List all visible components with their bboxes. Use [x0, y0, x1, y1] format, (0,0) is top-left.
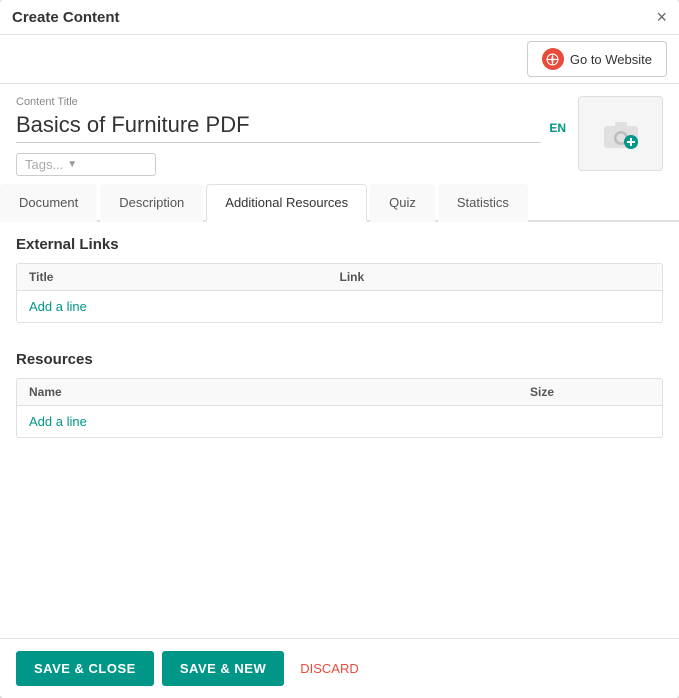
form-left: Content Title EN Tags... ▼: [16, 96, 566, 176]
image-placeholder[interactable]: [578, 96, 663, 171]
external-links-header: Title Link: [17, 264, 662, 291]
col-size: Size: [530, 385, 650, 399]
tab-quiz[interactable]: Quiz: [370, 184, 435, 222]
resources-table: Name Size Add a line: [16, 378, 663, 438]
modal-container: Create Content × Go to Website Content T…: [0, 0, 679, 698]
col-title: Title: [29, 270, 340, 284]
tab-document[interactable]: Document: [0, 184, 97, 222]
discard-button[interactable]: DISCARD: [292, 651, 367, 686]
tags-dropdown[interactable]: Tags... ▼: [16, 153, 156, 176]
external-links-title: External Links: [16, 236, 663, 253]
resources-header: Name Size: [17, 379, 662, 406]
camera-add-icon: [602, 118, 640, 150]
tab-description[interactable]: Description: [100, 184, 203, 222]
resources-add-line[interactable]: Add a line: [17, 406, 99, 437]
external-links-table: Title Link Add a line: [16, 263, 663, 323]
save-close-button[interactable]: SAVE & CLOSE: [16, 651, 154, 686]
website-icon: [542, 48, 564, 70]
resources-title: Resources: [16, 351, 663, 368]
tags-row: Tags... ▼: [16, 153, 566, 176]
tab-additional-resources[interactable]: Additional Resources: [206, 184, 367, 222]
col-link: Link: [340, 270, 651, 284]
tags-dropdown-arrow: ▼: [67, 159, 77, 170]
content-form: Content Title EN Tags... ▼: [0, 84, 679, 184]
resources-section: Resources Name Size Add a line: [0, 337, 679, 446]
content-title-label: Content Title: [16, 96, 566, 108]
external-links-section: External Links Title Link Add a line: [0, 222, 679, 331]
external-links-add-line[interactable]: Add a line: [17, 291, 99, 322]
modal-title: Create Content: [12, 9, 120, 26]
footer: SAVE & CLOSE SAVE & NEW DISCARD: [0, 638, 679, 698]
tab-content-additional-resources: External Links Title Link Add a line Res…: [0, 222, 679, 638]
close-button[interactable]: ×: [656, 8, 667, 26]
top-bar: Go to Website: [0, 35, 679, 84]
tabs-bar: Document Description Additional Resource…: [0, 184, 679, 222]
go-to-website-button[interactable]: Go to Website: [527, 41, 667, 77]
go-to-website-label: Go to Website: [570, 52, 652, 67]
save-new-button[interactable]: SAVE & NEW: [162, 651, 284, 686]
content-title-input[interactable]: [16, 112, 541, 143]
lang-tag: EN: [549, 121, 566, 135]
tab-statistics[interactable]: Statistics: [438, 184, 528, 222]
modal-header: Create Content ×: [0, 0, 679, 35]
tags-placeholder: Tags...: [25, 157, 63, 172]
col-name: Name: [29, 385, 530, 399]
